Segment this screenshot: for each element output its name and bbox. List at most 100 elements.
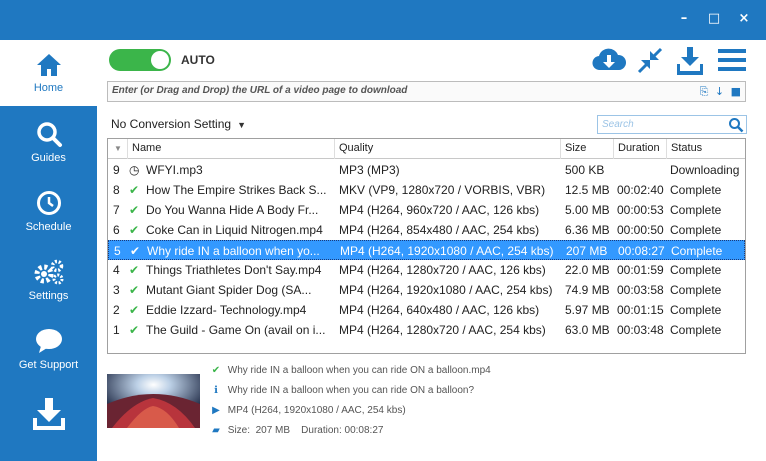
row-number: 8 <box>113 183 120 197</box>
table-row[interactable]: 5 ✔ Why ride IN a balloon when yo... MP4 (H… <box>108 240 745 260</box>
row-size: 5.97 MB <box>565 303 610 317</box>
row-name: Mutant Giant Spider Dog (SA... <box>146 283 312 297</box>
row-number: 7 <box>113 203 120 217</box>
cloud-download-icon[interactable] <box>591 46 627 74</box>
row-name: WFYI.mp3 <box>146 163 203 177</box>
column-header-status[interactable]: Status <box>667 139 745 159</box>
row-duration: 00:02:40 <box>617 183 664 197</box>
hamburger-menu-icon[interactable] <box>717 46 747 74</box>
toggle-knob <box>151 51 169 69</box>
sidebar-item-label: Get Support <box>18 359 79 371</box>
table-row[interactable]: 7 ✔ Do You Wanna Hide A Body Fr... MP4 (H26… <box>108 200 745 220</box>
clock-icon <box>36 191 61 215</box>
row-quality: MKV (VP9, 1280x720 / VORBIS, VBR) <box>339 183 546 197</box>
row-number: 5 <box>114 244 121 258</box>
search-icon <box>36 122 62 147</box>
row-status: Complete <box>670 283 722 297</box>
gears-icon <box>34 259 63 285</box>
table-row[interactable]: 3 ✔ Mutant Giant Spider Dog (SA... MP4 (H26… <box>108 280 745 300</box>
row-quality: MP4 (H264, 1920x1080 / AAC, 254 kbs) <box>340 244 554 258</box>
table-row[interactable]: 9 ◷ WFYI.mp3 MP3 (MP3) 500 KB Downloading <box>108 160 745 180</box>
row-status: Complete <box>670 183 722 197</box>
search-input[interactable]: Search <box>597 115 747 134</box>
url-input[interactable]: Enter (or Drag and Drop) the URL of a vi… <box>107 81 746 102</box>
row-name: Why ride IN a balloon when yo... <box>147 244 320 258</box>
conversion-dropdown[interactable]: No Conversion Setting ▼ <box>111 117 246 131</box>
home-icon <box>36 54 61 76</box>
table-row[interactable]: 6 ✔ Coke Can in Liquid Nitrogen.mp4 MP4 (H2… <box>108 220 745 240</box>
sidebar-item-label: Schedule <box>25 221 72 233</box>
row-name: The Guild - Game On (avail on i... <box>146 323 326 337</box>
row-name: Eddie Izzard- Technology.mp4 <box>146 303 307 317</box>
auto-toggle[interactable] <box>109 49 171 71</box>
row-duration: 00:03:48 <box>617 323 664 337</box>
row-size: 207 MB <box>566 244 608 258</box>
row-duration: 00:00:50 <box>617 223 664 237</box>
row-size: 500 KB <box>565 163 605 177</box>
folder-icon[interactable]: ▰ <box>207 422 225 440</box>
shrink-icon[interactable] <box>637 46 663 74</box>
row-number: 9 <box>113 163 120 177</box>
row-size: 63.0 MB <box>565 323 610 337</box>
sort-chevron-icon[interactable]: ▼ <box>108 139 128 159</box>
row-quality: MP4 (H264, 1280x720 / AAC, 254 kbs) <box>339 323 546 337</box>
sidebar-item-download[interactable] <box>0 386 97 446</box>
row-number: 2 <box>113 303 120 317</box>
main-panel: AUTO Enter (or Drag and Drop) the URL of… <box>97 40 766 461</box>
column-header-name[interactable]: Name <box>128 139 335 159</box>
check-icon: ✔ <box>130 244 141 258</box>
row-quality: MP3 (MP3) <box>339 163 400 177</box>
close-button[interactable]: × <box>736 11 752 27</box>
row-number: 4 <box>113 263 120 277</box>
row-duration <box>617 160 667 180</box>
sidebar-item-guides[interactable]: Guides <box>0 110 97 176</box>
row-number: 6 <box>113 223 120 237</box>
detail-filename: ✔ Why ride IN a balloon when you can rid… <box>207 362 491 380</box>
sidebar-item-home[interactable]: Home <box>0 40 97 106</box>
paste-icon[interactable]: ⎘ <box>700 85 709 98</box>
row-quality: MP4 (H264, 1920x1080 / AAC, 254 kbs) <box>339 283 553 297</box>
sidebar-item-settings[interactable]: Settings <box>0 248 97 314</box>
search-icon[interactable] <box>728 117 744 133</box>
row-status: Complete <box>670 303 722 317</box>
detail-title: ℹ Why ride IN a balloon when you can rid… <box>207 382 474 400</box>
play-icon[interactable]: ▶ <box>207 402 225 420</box>
column-header-duration[interactable]: Duration <box>614 139 667 159</box>
row-duration: 00:01:59 <box>617 263 664 277</box>
row-quality: MP4 (H264, 854x480 / AAC, 254 kbs) <box>339 223 540 237</box>
table-row[interactable]: 1 ✔ The Guild - Game On (avail on i... MP4 … <box>108 320 745 340</box>
minimize-button[interactable]: – <box>676 11 692 27</box>
check-icon: ✔ <box>129 183 140 197</box>
row-quality: MP4 (H264, 1280x720 / AAC, 126 kbs) <box>339 263 546 277</box>
details-panel: ✔ Why ride IN a balloon when you can rid… <box>107 362 747 452</box>
column-header-size[interactable]: Size <box>561 139 614 159</box>
row-quality: MP4 (H264, 640x480 / AAC, 126 kbs) <box>339 303 540 317</box>
download-tray-icon[interactable] <box>675 46 705 76</box>
url-bar-icons: ⎘ ↓ ■ <box>700 85 741 99</box>
row-name: Coke Can in Liquid Nitrogen.mp4 <box>146 223 323 237</box>
column-header-quality[interactable]: Quality <box>335 139 561 159</box>
arrow-down-icon[interactable]: ↓ <box>715 85 724 98</box>
row-duration: 00:00:53 <box>617 203 664 217</box>
table-row[interactable]: 8 ✔ How The Empire Strikes Back S... MKV (V… <box>108 180 745 200</box>
row-quality: MP4 (H264, 960x720 / AAC, 126 kbs) <box>339 203 540 217</box>
video-thumbnail <box>107 374 200 428</box>
maximize-button[interactable]: □ <box>706 11 722 27</box>
chat-bubble-icon <box>35 329 62 353</box>
sidebar-item-get-support[interactable]: Get Support <box>0 317 97 383</box>
video-camera-icon[interactable]: ■ <box>731 85 741 98</box>
row-size: 22.0 MB <box>565 263 610 277</box>
url-placeholder: Enter (or Drag and Drop) the URL of a vi… <box>112 85 408 96</box>
downloads-table: ▼ Name Quality Size Duration Status 9 ◷ WF… <box>107 138 746 354</box>
row-size: 12.5 MB <box>565 183 610 197</box>
detail-format: ▶ MP4 (H264, 1920x1080 / AAC, 254 kbs) <box>207 402 406 420</box>
check-icon: ✔ <box>129 263 140 277</box>
table-row[interactable]: 2 ✔ Eddie Izzard- Technology.mp4 MP4 (H264,… <box>108 300 745 320</box>
table-row[interactable]: 4 ✔ Things Triathletes Don't Say.mp4 MP4 (H… <box>108 260 745 280</box>
sidebar-item-schedule[interactable]: Schedule <box>0 179 97 245</box>
row-status: Complete <box>670 223 722 237</box>
check-icon: ✔ <box>129 283 140 297</box>
check-icon: ✔ <box>129 303 140 317</box>
row-name: How The Empire Strikes Back S... <box>146 183 327 197</box>
row-status: Downloading <box>670 163 740 177</box>
